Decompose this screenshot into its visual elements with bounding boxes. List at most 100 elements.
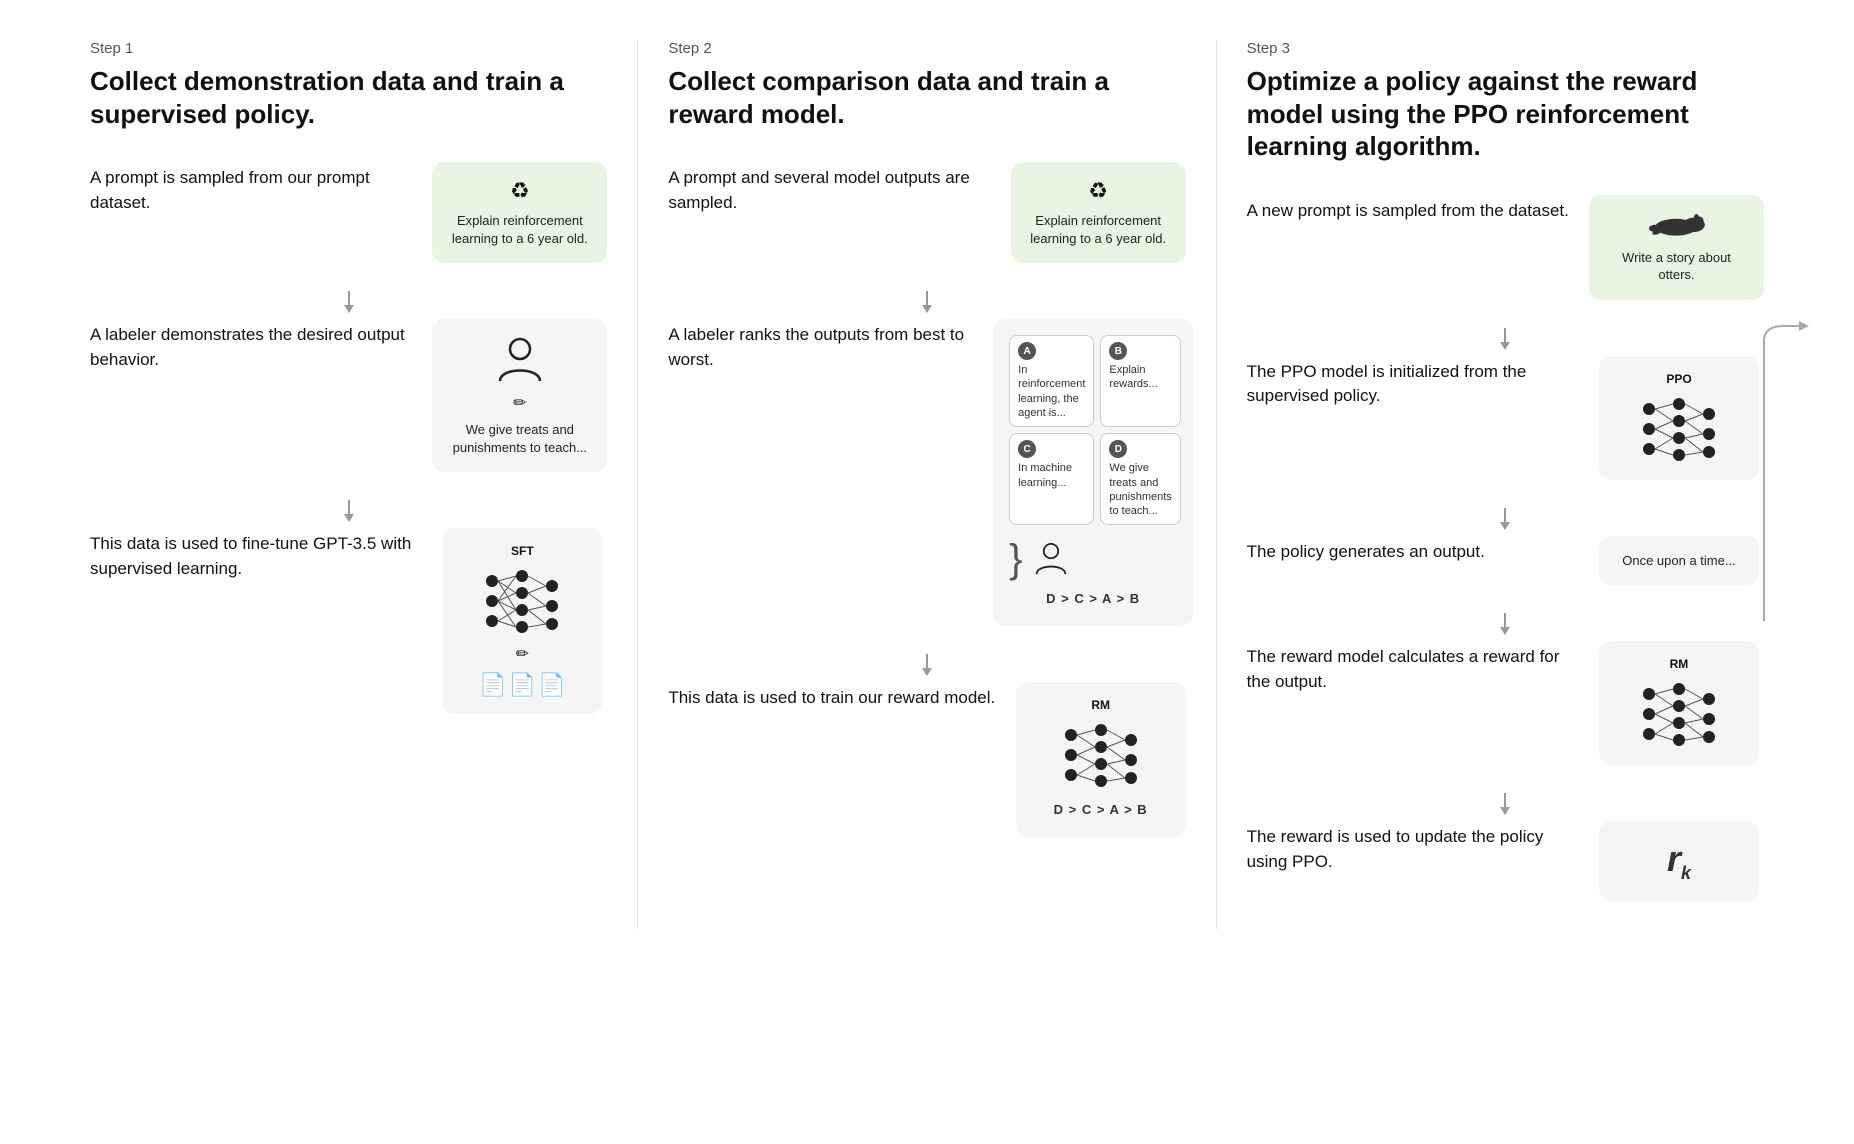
- docs-icons: 📄📄📄: [479, 672, 565, 698]
- rank-order: D > C > A > B: [1046, 591, 1140, 606]
- step3-box1: Write a story about otters.: [1589, 195, 1764, 300]
- step3-box4: RM: [1599, 641, 1759, 765]
- step1-diagram3: SFT: [437, 528, 607, 714]
- step3-label: Step 3: [1247, 40, 1764, 57]
- rm-label2: RM: [1670, 657, 1689, 671]
- step3-diagram1: Write a story about otters.: [1589, 195, 1764, 300]
- step2-row2: A labeler ranks the outputs from best to…: [668, 319, 1185, 626]
- ppo-neural-net-icon: [1634, 394, 1724, 464]
- step2-rank-box: A In reinforcement learning, the agent i…: [993, 319, 1193, 626]
- ppo-label: PPO: [1666, 372, 1691, 386]
- rank-cell-c: C In machine learning...: [1009, 433, 1094, 525]
- step2-title: Collect comparison data and train a rewa…: [668, 65, 1185, 130]
- step1-box1: ♻ Explain reinforcement learning to a 6 …: [432, 162, 607, 263]
- rank-row: }: [1009, 539, 1177, 579]
- rank-text-a: In reinforcement learning, the agent is.…: [1018, 363, 1085, 420]
- step1-column: Step 1 Collect demonstration data and tr…: [60, 40, 638, 929]
- step3-column: Step 3 Optimize a policy against the rew…: [1217, 40, 1794, 929]
- step3-row5: The reward is used to update the policy …: [1247, 821, 1764, 901]
- otter-icon: [1646, 211, 1706, 241]
- step3-desc3: The policy generates an output.: [1247, 536, 1574, 565]
- person-icon: [495, 335, 545, 385]
- step2-box1: ♻ Explain reinforcement learning to a 6 …: [1011, 162, 1186, 263]
- step1-diagram2: ✏ We give treats and punishments to teac…: [432, 319, 607, 472]
- badge-a: A: [1018, 342, 1036, 360]
- badge-c: C: [1018, 440, 1036, 458]
- step3-box3: Once upon a time...: [1599, 536, 1759, 586]
- step3-row4: The reward model calculates a reward for…: [1247, 641, 1764, 765]
- step3-desc2: The PPO model is initialized from the su…: [1247, 356, 1574, 409]
- rank-text-b: Explain rewards...: [1109, 363, 1171, 392]
- step2-row1: A prompt and several model outputs are s…: [668, 162, 1185, 263]
- step2-label: Step 2: [668, 40, 1185, 57]
- badge-d: D: [1109, 440, 1127, 458]
- step3-diagram3: Once upon a time...: [1594, 536, 1764, 586]
- step1-box1-text: Explain reinforcement learning to a 6 ye…: [448, 212, 591, 247]
- step2-row3: This data is used to train our reward mo…: [668, 682, 1185, 837]
- pencil-icon2: ✏: [516, 644, 529, 664]
- step3-diagram5: rk: [1594, 821, 1764, 901]
- step2-diagram3: RM: [1016, 682, 1186, 837]
- rm-label: RM: [1091, 698, 1110, 712]
- main-container: Step 1 Collect demonstration data and tr…: [60, 40, 1794, 929]
- step2-diagram1: ♻ Explain reinforcement learning to a 6 …: [1011, 162, 1186, 263]
- step3-arrow2: [1495, 508, 1515, 532]
- neural-net-icon: [477, 566, 567, 636]
- rank-cell-a: A In reinforcement learning, the agent i…: [1009, 335, 1094, 427]
- step3-row1: A new prompt is sampled from the dataset…: [1247, 195, 1764, 300]
- step1-label: Step 1: [90, 40, 607, 57]
- step2-desc2: A labeler ranks the outputs from best to…: [668, 319, 980, 372]
- person-icon2: [1033, 541, 1069, 577]
- step3-desc5: The reward is used to update the policy …: [1247, 821, 1574, 874]
- step3-row3: The policy generates an output. Once upo…: [1247, 536, 1764, 586]
- step3-arrow3: [1495, 613, 1515, 637]
- sft-label: SFT: [511, 544, 534, 558]
- step2-box1-text: Explain reinforcement learning to a 6 ye…: [1027, 212, 1170, 247]
- step1-desc3: This data is used to fine-tune GPT-3.5 w…: [90, 528, 417, 581]
- curly-brace-icon: }: [1009, 539, 1022, 579]
- step2-column: Step 2 Collect comparison data and train…: [638, 40, 1216, 929]
- step1-diagram1: ♻ Explain reinforcement learning to a 6 …: [432, 162, 607, 263]
- step2-arrow1: [917, 291, 937, 315]
- rm-neural-net-icon: [1056, 720, 1146, 790]
- step3-box1-text: Write a story about otters.: [1605, 249, 1748, 284]
- feedback-arrow-icon: [1744, 321, 1824, 621]
- step3-arrow4: [1495, 793, 1515, 817]
- step3-box3-text: Once upon a time...: [1622, 552, 1735, 570]
- rm2-neural-net-icon: [1634, 679, 1724, 749]
- step3-title: Optimize a policy against the reward mod…: [1247, 65, 1764, 163]
- step3-diagram4: RM: [1594, 641, 1764, 765]
- step2-desc1: A prompt and several model outputs are s…: [668, 162, 990, 215]
- step1-row3: This data is used to fine-tune GPT-3.5 w…: [90, 528, 607, 714]
- step3-diagram2: PPO: [1594, 356, 1764, 480]
- step3-row2: The PPO model is initialized from the su…: [1247, 356, 1764, 480]
- step1-box3: SFT: [442, 528, 602, 714]
- rank-text-c: In machine learning...: [1018, 461, 1085, 490]
- rank-cell-b: B Explain rewards...: [1100, 335, 1180, 427]
- rm-rank-order: D > C > A > B: [1054, 802, 1148, 817]
- step3-desc4: The reward model calculates a reward for…: [1247, 641, 1574, 694]
- step1-desc2: A labeler demonstrates the desired outpu…: [90, 319, 412, 372]
- step3-arrow1: [1495, 328, 1515, 352]
- step1-arrow1: [339, 291, 359, 315]
- step3-box5: rk: [1599, 821, 1759, 901]
- rank-text-d: We give treats and punishments to teach.…: [1109, 461, 1171, 518]
- step1-row1: A prompt is sampled from our prompt data…: [90, 162, 607, 263]
- reward-symbol: rk: [1667, 838, 1691, 884]
- step3-box2: PPO: [1599, 356, 1759, 480]
- recycle-icon: ♻: [510, 178, 530, 204]
- step1-arrow2: [339, 500, 359, 524]
- step3-desc1: A new prompt is sampled from the dataset…: [1247, 195, 1569, 224]
- step2-box3: RM: [1016, 682, 1186, 837]
- rank-cell-d: D We give treats and punishments to teac…: [1100, 433, 1180, 525]
- step1-title: Collect demonstration data and train a s…: [90, 65, 607, 130]
- step1-desc1: A prompt is sampled from our prompt data…: [90, 162, 412, 215]
- labeler-area: [1033, 541, 1069, 577]
- recycle-icon2: ♻: [1088, 178, 1108, 204]
- step2-arrow2: [917, 654, 937, 678]
- step1-box2: ✏ We give treats and punishments to teac…: [432, 319, 607, 472]
- step2-desc3: This data is used to train our reward mo…: [668, 682, 995, 711]
- step2-rank-diagram: A In reinforcement learning, the agent i…: [1001, 319, 1186, 626]
- badge-b: B: [1109, 342, 1127, 360]
- pencil-icon: ✏: [513, 393, 526, 413]
